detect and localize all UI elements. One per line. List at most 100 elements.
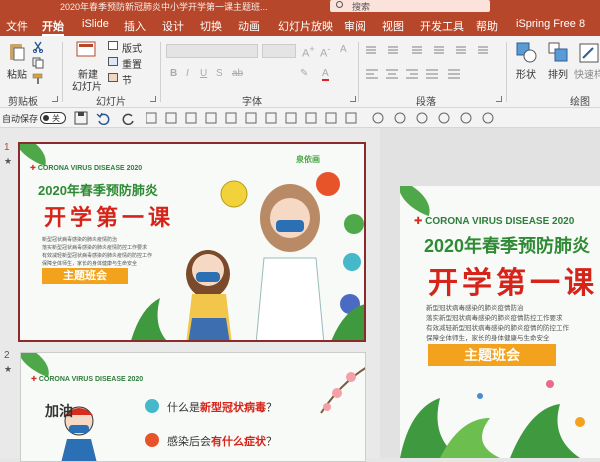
group-paragraph: 段落 [416,97,436,108]
leaf-decoration [400,186,437,217]
clipboard-launcher-icon[interactable] [52,96,58,102]
tab-help[interactable]: 帮助 [476,18,498,34]
layout-icon[interactable] [108,41,118,50]
leaf-decoration [21,353,56,378]
cut-icon[interactable] [32,40,44,54]
slide-headline: 开学第一课 [428,267,598,300]
tab-developer[interactable]: 开发工具 [420,18,464,34]
ribbon-tabs: 文件 开始 iSlide 插入 设计 切换 动画 幻灯片放映 审阅 视图 开发工… [0,14,600,36]
quick-styles-button[interactable]: 快速样 [574,66,600,81]
paragraph-controls[interactable] [364,44,504,82]
flower-branch-decoration [320,367,365,414]
layout-button[interactable]: 版式 [122,40,142,55]
theme-badge: 主题班会 [428,344,556,366]
underline-button[interactable]: U [200,68,207,79]
shapes-button[interactable]: 形状 [516,66,536,81]
tab-design[interactable]: 设计 [162,18,184,34]
slide-thumbnail-2[interactable]: ✚ CORONA VIRUS DISEASE 2020 加油 什么是新型冠状病毒… [20,352,366,462]
search-input[interactable]: 搜索 [330,0,490,12]
font-size-select[interactable] [262,44,296,58]
tab-transitions[interactable]: 切换 [200,18,222,34]
reset-icon[interactable] [108,57,118,66]
tab-ispring[interactable]: iSpring Free 8 [516,18,585,30]
group-separator [506,42,507,102]
autosave-label: 自动保存 [2,114,39,124]
ribbon: 粘贴 剪贴板 新建 幻灯片 版式 重置 节 幻灯片 A+ A- A B I U … [0,36,600,108]
new-slide-icon[interactable] [76,40,98,60]
format-painter-icon[interactable] [32,72,44,84]
highlight-icon[interactable]: ✎ [300,68,308,79]
copy-icon[interactable] [32,56,44,69]
clear-format-icon[interactable]: A [340,44,347,55]
doctor-student-illustration [131,172,364,340]
redo-icon[interactable] [122,111,136,125]
bold-button[interactable]: B [170,68,177,79]
grow-font-icon[interactable]: A+ [302,44,315,60]
tab-insert[interactable]: 插入 [124,18,146,34]
group-drawing: 绘图 [570,97,590,108]
arrange-button[interactable]: 排列 [548,66,568,81]
shadow-button[interactable]: S [216,68,223,79]
question-2: 感染后会有什么症状？ [167,436,277,448]
question-1: 什么是新型冠状病毒？ [167,402,277,414]
toolbar-shape-shortcuts[interactable] [372,111,512,125]
save-icon[interactable] [74,111,88,125]
font-color-icon[interactable]: A [322,68,329,81]
arrange-icon[interactable] [548,42,570,64]
slide-header: ✚ CORONA VIRUS DISEASE 2020 [31,376,144,383]
slide-editor-pane[interactable]: ✚ CORONA VIRUS DISEASE 2020 2020年春季预防肺炎 … [380,128,600,458]
cheer-text: 加油 [45,403,73,419]
current-slide-canvas[interactable]: ✚ CORONA VIRUS DISEASE 2020 2020年春季预防肺炎 … [400,186,600,458]
theme-badge: 主题班会 [42,268,128,284]
font-launcher-icon[interactable] [350,96,356,102]
quick-styles-icon[interactable] [578,42,600,64]
group-separator [358,42,359,102]
autosave-knob [43,115,49,121]
group-separator [160,42,161,102]
virus-icon [145,399,159,413]
search-placeholder: 搜索 [352,2,371,12]
tab-slideshow[interactable]: 幻灯片放映 [278,18,333,34]
title-bar: 2020年春季预防新冠肺炎中小学开学第一课主题班... 搜索 [0,0,600,14]
tab-islide[interactable]: iSlide [82,18,109,30]
group-font: 字体 [242,97,262,108]
slides-launcher-icon[interactable] [150,96,156,102]
paste-icon[interactable] [8,42,26,62]
section-button[interactable]: 节 [122,72,132,87]
group-separator [62,42,63,102]
autosave-state: 关 [52,114,60,123]
shrink-font-icon[interactable]: A- [320,44,330,60]
slide-header: ✚ CORONA VIRUS DISEASE 2020 [30,165,143,172]
slide-header: ✚ CORONA VIRUS DISEASE 2020 [414,216,575,227]
slide-thumbnail-pane[interactable]: 1 ★ ✚ CORONA VIRUS DISEASE 2020 2020年春季预… [0,128,380,462]
undo-icon[interactable] [96,111,110,125]
tab-file[interactable]: 文件 [6,18,28,34]
search-icon [336,1,343,8]
tab-review[interactable]: 审阅 [344,18,366,34]
italic-button[interactable]: I [186,68,189,79]
slide-number: 1 [4,142,10,153]
slide-number: 2 [4,350,10,361]
paste-button[interactable]: 粘贴 [7,66,27,81]
tab-home[interactable]: 开始 [42,18,64,34]
reset-button[interactable]: 重置 [122,56,142,71]
group-slides: 幻灯片 [96,97,126,108]
tab-animations[interactable]: 动画 [238,18,260,34]
autosave-toggle[interactable]: 关 [40,112,66,124]
slide-title: 2020年春季预防肺炎 [424,236,591,256]
slide-body-lines: 新型冠状病毒感染的肺炎疫情防治 落实新型冠状病毒感染的肺炎疫情防控工作要求 有效… [426,305,569,342]
shapes-icon[interactable] [516,42,538,64]
virus-icon [145,433,159,447]
paragraph-launcher-icon[interactable] [496,96,502,102]
font-name-select[interactable] [166,44,258,58]
toolbar-shortcuts[interactable] [146,111,370,125]
section-icon[interactable] [108,73,118,82]
slide-animation-marker: ★ [4,364,13,374]
strike-button[interactable]: ab [232,68,243,79]
slide-animation-marker: ★ [4,156,13,166]
group-clipboard: 剪贴板 [8,97,38,108]
new-slide-label-2[interactable]: 幻灯片 [72,78,102,93]
window-title: 2020年春季预防新冠肺炎中小学开学第一课主题班... [60,2,268,12]
tab-view[interactable]: 视图 [382,18,404,34]
slide-thumbnail-1[interactable]: ✚ CORONA VIRUS DISEASE 2020 2020年春季预防肺炎 … [18,142,366,342]
